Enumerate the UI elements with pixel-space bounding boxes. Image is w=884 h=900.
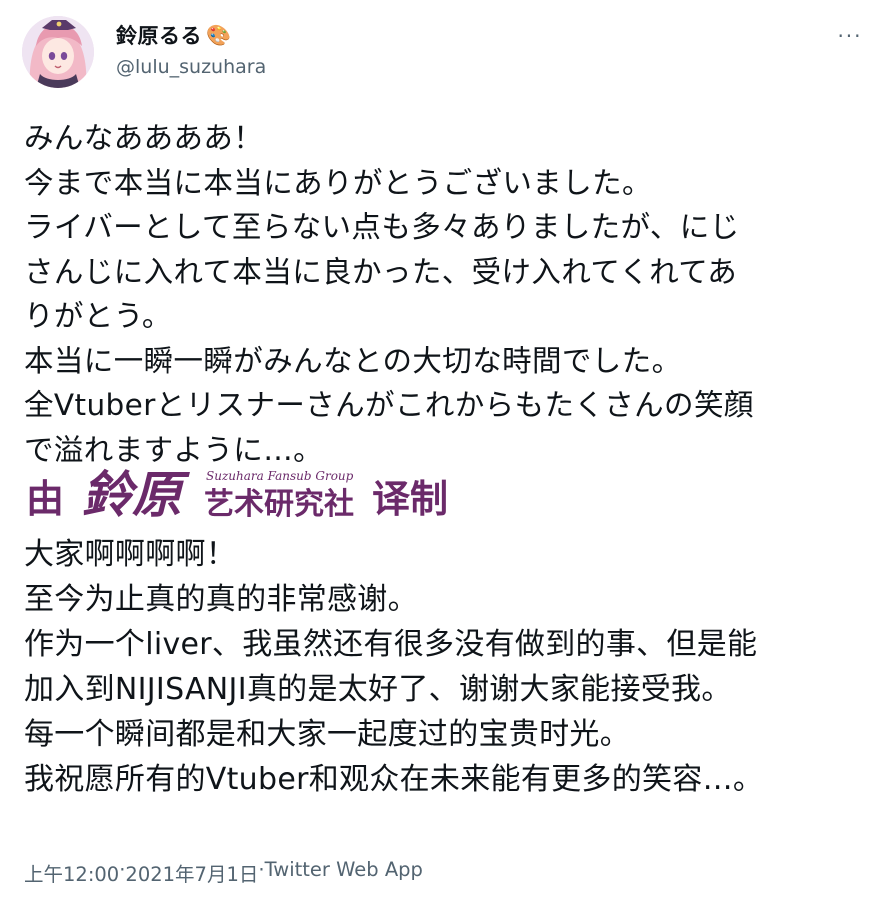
tweet-line: りがとう。 [24, 299, 172, 333]
tweet-line: 本当に一瞬一瞬がみんなとの大切な時間でした。 [24, 343, 682, 378]
translation-line: 每一个瞬间都是和大家一起度过的宝贵时光。 [24, 717, 630, 752]
banner-suffix: 译制 [372, 477, 448, 521]
translation-line: 至今为止真的真的非常感谢。 [24, 582, 418, 617]
banner-name: 鈴原 [82, 465, 190, 524]
user-handle[interactable]: @lulu_suzuhara [116, 56, 266, 78]
tweet: 鈴原るる 🎨 @lulu_suzuhara ··· みんなああああ！ 今まで本当… [0, 0, 884, 900]
tweet-meta: 上午12:00 · 2021年7月1日 · Twitter Web App [24, 858, 423, 887]
tweet-line: 今まで本当に本当にありがとうございました。 [24, 165, 652, 200]
banner-subtitle: Suzuhara Fansub Group [206, 469, 354, 483]
more-options-icon[interactable]: ··· [832, 18, 868, 54]
translation-line: 大家啊啊啊啊！ [24, 537, 237, 572]
source-app-link[interactable]: Twitter Web App [265, 858, 423, 887]
tweet-text: みんなああああ！ 今まで本当に本当にありがとうございました。 ライバーとして至ら… [24, 116, 872, 472]
translation-line: 作为一个liver、我虽然还有很多没有做到的事、但是能 [24, 627, 758, 662]
translation-text: 大家啊啊啊啊！ 至今为止真的真的非常感谢。 作为一个liver、我虽然还有很多没… [24, 532, 872, 802]
translation-line: 我祝愿所有的Vtuber和观众在未来能有更多的笑容…。 [24, 762, 764, 797]
display-name[interactable]: 鈴原るる [116, 20, 202, 50]
tweet-line: みんなああああ！ [24, 121, 264, 155]
name-row[interactable]: 鈴原るる 🎨 [116, 20, 231, 50]
translation-line: 加入到NIJISANJI真的是太好了、谢谢大家能接受我。 [24, 672, 732, 707]
tweet-date[interactable]: 2021年7月1日 [125, 858, 258, 887]
tweet-time[interactable]: 上午12:00 [24, 858, 119, 887]
banner-prefix: 由 [26, 477, 64, 521]
fansub-banner: 由 鈴原 Suzuhara Fansub Group 艺术研究社 译制 [26, 465, 448, 524]
tweet-line: 全Vtuberとリスナーさんがこれからもたくさんの笑顔 [24, 388, 754, 422]
banner-group: 艺术研究社 [204, 487, 354, 522]
avatar[interactable] [22, 16, 94, 88]
tweet-line: さんじに入れて本当に良かった、受け入れてくれてあ [24, 254, 738, 289]
avatar-image [22, 16, 94, 88]
palette-emoji-icon: 🎨 [206, 23, 231, 47]
tweet-line: ライバーとして至らない点も多々ありましたが、にじ [24, 210, 740, 244]
